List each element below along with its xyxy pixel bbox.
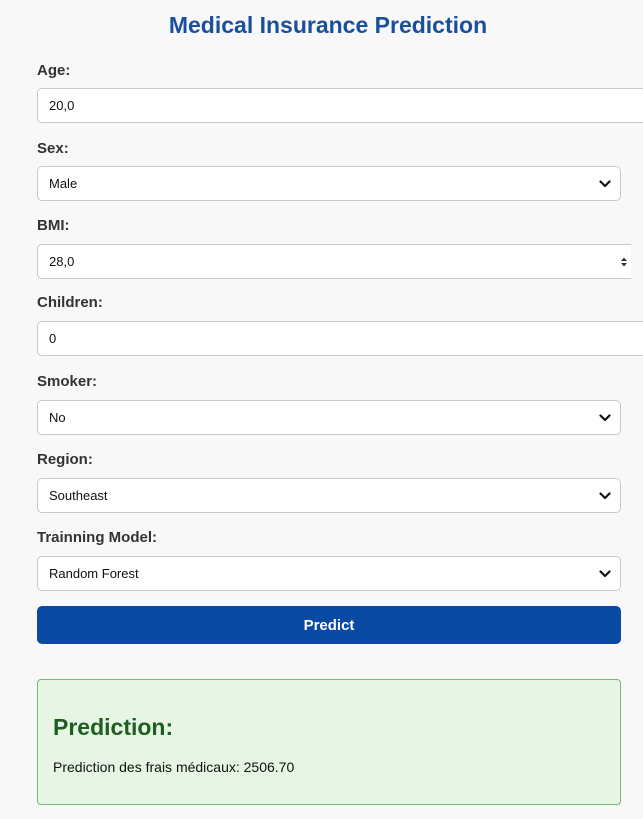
model-value: Random Forest: [49, 566, 139, 581]
bmi-value: 28,0: [49, 254, 75, 269]
bmi-label: BMI:: [37, 217, 70, 234]
children-input[interactable]: 0: [37, 321, 643, 356]
children-label: Children:: [37, 294, 103, 311]
prediction-result-box: Prediction: Prediction des frais médicau…: [37, 679, 621, 805]
sex-label: Sex:: [37, 140, 69, 157]
region-select[interactable]: Southeast: [37, 478, 621, 513]
chevron-down-icon: [599, 413, 611, 421]
chevron-down-icon: [599, 491, 611, 499]
predict-button[interactable]: Predict: [37, 606, 621, 644]
age-value: 20,0: [49, 98, 75, 113]
children-value: 0: [49, 331, 57, 346]
region-label: Region:: [37, 451, 93, 468]
bmi-input[interactable]: 28,0: [37, 244, 631, 279]
spinner-arrows-icon[interactable]: [620, 256, 628, 268]
age-input[interactable]: 20,0: [37, 88, 643, 123]
smoker-value: No: [49, 410, 66, 425]
result-title: Prediction:: [53, 714, 174, 740]
sex-select[interactable]: Male: [37, 166, 621, 201]
prediction-page: Medical Insurance Prediction Age: 20,0 S…: [0, 0, 643, 819]
page-title: Medical Insurance Prediction: [168, 12, 488, 38]
chevron-down-icon: [599, 179, 611, 187]
smoker-select[interactable]: No: [37, 400, 621, 435]
chevron-down-icon: [599, 569, 611, 577]
smoker-label: Smoker:: [37, 373, 98, 390]
age-label: Age:: [37, 62, 71, 79]
model-select[interactable]: Random Forest: [37, 556, 621, 591]
sex-value: Male: [49, 176, 78, 191]
region-value: Southeast: [49, 488, 108, 503]
model-label: Trainning Model:: [37, 529, 157, 546]
result-text: Prediction des frais médicaux: 2506.70: [53, 759, 295, 775]
